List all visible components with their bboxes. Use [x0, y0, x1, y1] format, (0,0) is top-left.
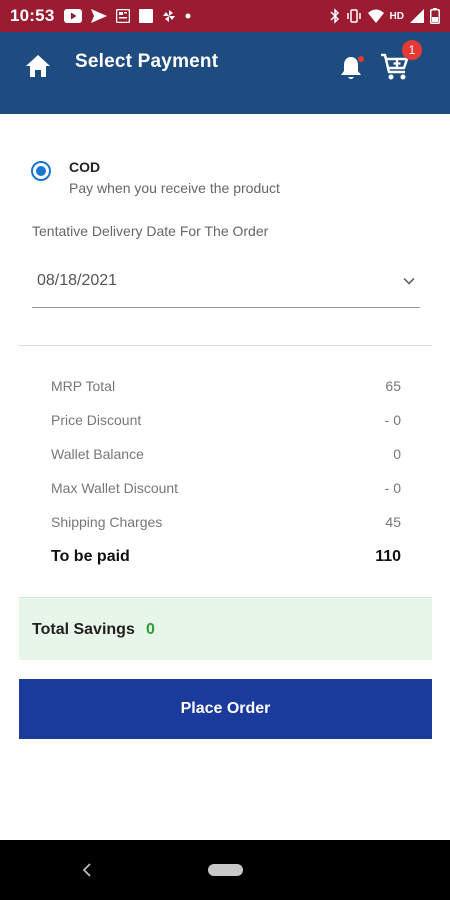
status-notification-icons	[64, 9, 191, 23]
summary-value: 65	[385, 378, 401, 394]
summary-row-max-wallet-discount: Max Wallet Discount - 0	[51, 480, 401, 500]
savings-label: Total Savings	[32, 621, 135, 638]
section-divider	[19, 345, 432, 346]
vibrate-icon	[346, 9, 362, 23]
back-icon[interactable]	[80, 862, 94, 878]
summary-row-total: To be paid 110	[51, 548, 401, 568]
total-label: To be paid	[51, 548, 130, 565]
battery-icon	[430, 8, 440, 24]
summary-label: Shipping Charges	[51, 514, 163, 530]
place-order-button[interactable]: Place Order	[19, 679, 432, 739]
summary-label: Wallet Balance	[51, 446, 144, 462]
notification-dot	[358, 56, 364, 62]
savings-value: 0	[146, 621, 155, 638]
chevron-down-icon	[402, 274, 416, 288]
total-value: 110	[375, 548, 401, 565]
status-system-icons: HD	[330, 0, 440, 32]
bluetooth-icon	[330, 8, 340, 24]
youtube-icon	[64, 9, 83, 23]
summary-value: - 0	[384, 412, 401, 428]
signal-icon	[410, 9, 424, 23]
square-icon	[139, 9, 154, 23]
pinwheel-icon	[162, 9, 176, 23]
dot-icon	[185, 13, 191, 19]
summary-value: 0	[393, 446, 401, 462]
summary-value: - 0	[384, 480, 401, 496]
delivery-date-dropdown[interactable]: 08/18/2021	[32, 262, 420, 308]
home-icon[interactable]	[24, 52, 52, 80]
send-icon	[91, 9, 108, 23]
wifi-icon	[367, 9, 384, 23]
network-type-label: HD	[389, 10, 404, 22]
delivery-date-label: Tentative Delivery Date For The Order	[32, 223, 269, 239]
news-icon	[116, 9, 131, 23]
status-bar: 10:53 HD	[0, 0, 450, 32]
delivery-date-value: 08/18/2021	[37, 272, 118, 289]
app-bar: Select Payment 1	[0, 32, 450, 114]
cart-count-badge: 1	[402, 40, 422, 60]
payment-option-subtitle: Pay when you receive the product	[69, 180, 280, 196]
home-pill[interactable]	[208, 864, 243, 876]
summary-label: MRP Total	[51, 378, 116, 394]
status-time: 10:53	[10, 6, 55, 25]
cod-radio[interactable]	[31, 161, 51, 181]
system-nav-bar	[0, 840, 450, 900]
summary-value: 45	[385, 514, 401, 530]
payment-option-title[interactable]: COD	[69, 159, 100, 175]
total-savings-box: Total Savings 0	[19, 597, 432, 660]
summary-row-mrp-total: MRP Total 65	[51, 378, 401, 398]
summary-row-shipping-charges: Shipping Charges 45	[51, 514, 401, 534]
notification-bell-icon[interactable]	[338, 54, 364, 82]
summary-label: Max Wallet Discount	[51, 480, 179, 496]
summary-row-price-discount: Price Discount - 0	[51, 412, 401, 432]
summary-row-wallet-balance: Wallet Balance 0	[51, 446, 401, 466]
page-title: Select Payment	[75, 51, 219, 72]
summary-label: Price Discount	[51, 412, 142, 428]
